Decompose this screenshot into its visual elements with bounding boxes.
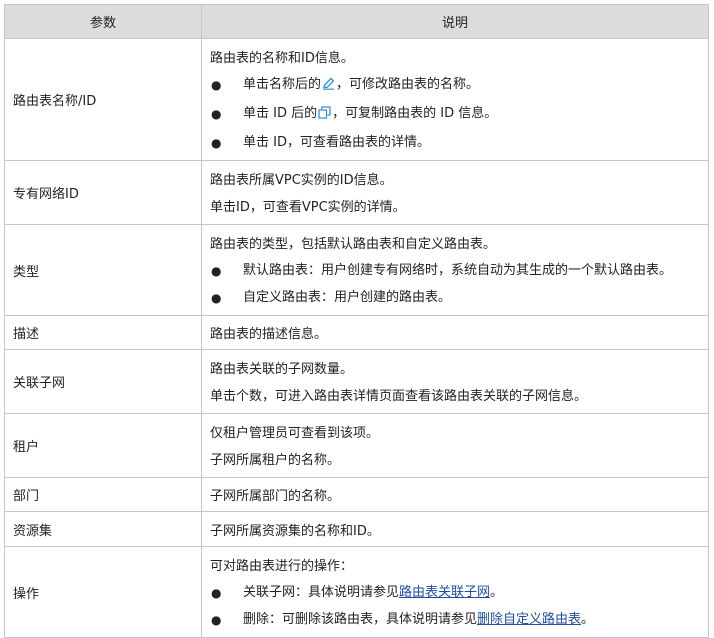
- param-cell: 路由表名称/ID: [4, 38, 202, 161]
- desc-line: 路由表所属VPC实例的ID信息。: [210, 173, 393, 188]
- bullet-text: 关联子网：具体说明请参见路由表关联子网。: [243, 585, 504, 600]
- bullet-text: 删除：可删除该路由表，具体说明请参见删除自定义路由表。: [243, 612, 595, 627]
- desc-intro: 路由表的名称和ID信息。: [210, 51, 354, 66]
- desc-intro: 可对路由表进行的操作：: [210, 559, 354, 574]
- param-cell: 专有网络ID: [4, 160, 202, 225]
- header-param: 参数: [4, 4, 202, 39]
- desc-cell: 路由表所属VPC实例的ID信息。 单击ID，可查看VPC实例的详情。: [201, 160, 709, 225]
- table-row: 专有网络ID 路由表所属VPC实例的ID信息。 单击ID，可查看VPC实例的详情…: [4, 160, 709, 225]
- table-row: 路由表名称/ID 路由表的名称和ID信息。 ● 单击名称后的 ，可修改路由表的名称…: [4, 38, 709, 161]
- bullet-text: 单击 ID 后的 ，可复制路由表的 ID 信息。: [243, 101, 700, 130]
- desc-line: 子网所属租户的名称。: [210, 453, 341, 468]
- bullet-text: 单击 ID，可查看路由表的详情。: [243, 135, 430, 150]
- param-cell: 租户: [4, 413, 202, 478]
- desc-intro: 路由表的类型，包括默认路由表和自定义路由表。: [210, 237, 497, 252]
- desc-cell: 路由表的描述信息。: [201, 315, 709, 350]
- table-header-row: 参数 说明: [4, 4, 709, 39]
- bullet-dot: ●: [211, 291, 222, 305]
- table-row: 资源集 子网所属资源集的名称和ID。: [4, 511, 709, 547]
- table-row: 操作 可对路由表进行的操作： ● 关联子网：具体说明请参见路由表关联子网。 ● …: [4, 546, 709, 638]
- bullet-dot: ●: [211, 586, 222, 600]
- link-delete-custom-route-table[interactable]: 删除自定义路由表: [477, 612, 581, 627]
- desc-cell: 路由表关联的子网数量。 单击个数，可进入路由表详情页面查看该路由表关联的子网信息…: [201, 349, 709, 414]
- param-cell: 部门: [4, 477, 202, 512]
- bullet-item: ● 关联子网：具体说明请参见路由表关联子网。: [210, 580, 700, 607]
- bullet-item: ● 自定义路由表：用户创建的路由表。: [210, 285, 700, 312]
- table-row: 描述 路由表的描述信息。: [4, 315, 709, 350]
- param-cell: 关联子网: [4, 349, 202, 414]
- bullet-dot: ●: [211, 136, 222, 150]
- parameter-table: 参数 说明 路由表名称/ID 路由表的名称和ID信息。 ● 单击名称后的 ，可修改…: [4, 4, 709, 638]
- param-cell: 资源集: [4, 511, 202, 547]
- bullet-item: ● 默认路由表：用户创建专有网络时，系统自动为其生成的一个默认路由表。: [210, 258, 700, 285]
- bullet-text: 单击名称后的 ，可修改路由表的名称。: [243, 72, 700, 101]
- pencil-edit-icon: [322, 77, 335, 97]
- bullet-item: ● 单击 ID，可查看路由表的详情。: [210, 130, 700, 157]
- desc-line: 单击个数，可进入路由表详情页面查看该路由表关联的子网信息。: [210, 389, 588, 404]
- copy-icon: [318, 106, 331, 126]
- bullet-item: ● 单击 ID 后的 ，可复制路由表的 ID 信息。: [210, 101, 700, 130]
- table-row: 类型 路由表的类型，包括默认路由表和自定义路由表。 ● 默认路由表：用户创建专有…: [4, 224, 709, 316]
- bullet-dot: ●: [211, 613, 222, 627]
- desc-line: 路由表关联的子网数量。: [210, 362, 354, 377]
- table-row: 租户 仅租户管理员可查看到该项。 子网所属租户的名称。: [4, 413, 709, 478]
- bullet-text: 自定义路由表：用户创建的路由表。: [243, 290, 452, 305]
- bullet-text: 默认路由表：用户创建专有网络时，系统自动为其生成的一个默认路由表。: [243, 263, 673, 278]
- header-desc: 说明: [201, 4, 709, 39]
- bullet-item: ● 删除：可删除该路由表，具体说明请参见删除自定义路由表。: [210, 607, 700, 634]
- param-cell: 操作: [4, 546, 202, 638]
- bullet-item: ● 单击名称后的 ，可修改路由表的名称。: [210, 72, 700, 101]
- desc-cell: 路由表的类型，包括默认路由表和自定义路由表。 ● 默认路由表：用户创建专有网络时…: [201, 224, 709, 316]
- desc-cell: 子网所属资源集的名称和ID。: [201, 511, 709, 547]
- desc-line: 单击ID，可查看VPC实例的详情。: [210, 200, 406, 215]
- desc-line: 仅租户管理员可查看到该项。: [210, 426, 380, 441]
- desc-cell: 路由表的名称和ID信息。 ● 单击名称后的 ，可修改路由表的名称。 ● 单击 ID…: [201, 38, 709, 161]
- table-row: 部门 子网所属部门的名称。: [4, 477, 709, 512]
- bullet-dot: ●: [211, 264, 222, 278]
- bullet-dot: ●: [211, 107, 222, 121]
- desc-cell: 可对路由表进行的操作： ● 关联子网：具体说明请参见路由表关联子网。 ● 删除：…: [201, 546, 709, 638]
- param-cell: 类型: [4, 224, 202, 316]
- desc-cell: 仅租户管理员可查看到该项。 子网所属租户的名称。: [201, 413, 709, 478]
- table-row: 关联子网 路由表关联的子网数量。 单击个数，可进入路由表详情页面查看该路由表关联…: [4, 349, 709, 414]
- desc-cell: 子网所属部门的名称。: [201, 477, 709, 512]
- param-cell: 描述: [4, 315, 202, 350]
- link-route-table-associate-subnet[interactable]: 路由表关联子网: [399, 585, 490, 600]
- bullet-dot: ●: [211, 78, 222, 92]
